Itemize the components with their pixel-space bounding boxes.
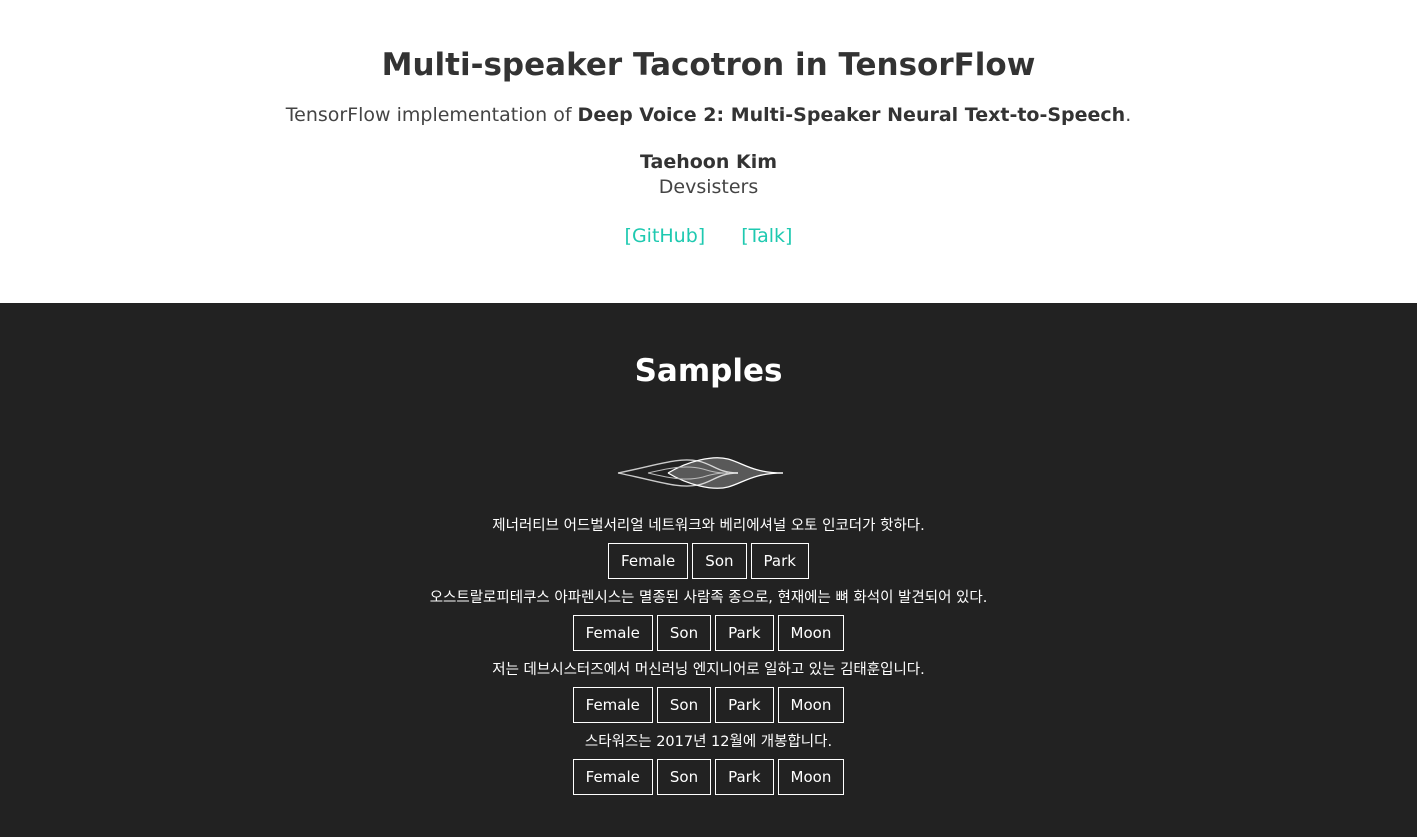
links: [GitHub] [Talk] xyxy=(0,223,1417,249)
son-button[interactable]: Son xyxy=(656,759,712,795)
page-title: Multi-speaker Tacotron in TensorFlow xyxy=(381,47,1036,83)
park-button[interactable]: Park xyxy=(715,615,774,651)
subtitle: TensorFlow implementation of Deep Voice … xyxy=(0,102,1417,128)
female-button[interactable]: Female xyxy=(572,687,653,723)
paper-title: Deep Voice 2: Multi-Speaker Neural Text-… xyxy=(577,104,1126,126)
son-button[interactable]: Son xyxy=(656,615,712,651)
park-button[interactable]: Park xyxy=(750,543,809,579)
speaker-buttons: Female Son Park Moon xyxy=(0,615,1417,651)
subtitle-suffix: . xyxy=(1125,104,1132,126)
samples-section: Samples 제너러티브 어드벌서리얼 네트워크와 베리에셔널 오토 인코더가… xyxy=(0,303,1417,837)
sample-item: 제너러티브 어드벌서리얼 네트워크와 베리에셔널 오토 인코더가 핫하다. Fe… xyxy=(0,516,1417,579)
speaker-buttons: Female Son Park Moon xyxy=(0,759,1417,795)
moon-button[interactable]: Moon xyxy=(777,687,845,723)
speaker-buttons: Female Son Park Moon xyxy=(0,687,1417,723)
female-button[interactable]: Female xyxy=(608,543,689,579)
park-button[interactable]: Park xyxy=(715,687,774,723)
samples-heading: Samples xyxy=(634,353,783,389)
female-button[interactable]: Female xyxy=(572,759,653,795)
moon-button[interactable]: Moon xyxy=(777,615,845,651)
moon-button[interactable]: Moon xyxy=(777,759,845,795)
son-button[interactable]: Son xyxy=(692,543,747,579)
sample-sentence: 제너러티브 어드벌서리얼 네트워크와 베리에셔널 오토 인코더가 핫하다. xyxy=(492,518,925,534)
subtitle-prefix: TensorFlow implementation of xyxy=(285,104,578,126)
sample-sentence: 오스트랄로피테쿠스 아파렌시스는 멸종된 사람족 종으로, 현재에는 뼈 화석이… xyxy=(429,590,988,606)
sample-sentence: 저는 데브시스터즈에서 머신러닝 엔지니어로 일하고 있는 김태훈입니다. xyxy=(492,662,925,678)
speaker-buttons: Female Son Park xyxy=(0,543,1417,579)
talk-link[interactable]: [Talk] xyxy=(741,225,792,247)
sample-item: 오스트랄로피테쿠스 아파렌시스는 멸종된 사람족 종으로, 현재에는 뼈 화석이… xyxy=(0,588,1417,651)
github-link[interactable]: [GitHub] xyxy=(625,225,706,247)
park-button[interactable]: Park xyxy=(715,759,774,795)
son-button[interactable]: Son xyxy=(656,687,712,723)
author-affiliation: Devsisters xyxy=(658,176,759,198)
hero-section: Multi-speaker Tacotron in TensorFlow Ten… xyxy=(0,0,1417,303)
sample-item: 스타워즈는 2017년 12월에 개봉합니다. Female Son Park … xyxy=(0,732,1417,795)
sample-list: 제너러티브 어드벌서리얼 네트워크와 베리에셔널 오토 인코더가 핫하다. Fe… xyxy=(0,516,1417,795)
female-button[interactable]: Female xyxy=(572,615,653,651)
sample-item: 저는 데브시스터즈에서 머신러닝 엔지니어로 일하고 있는 김태훈입니다. Fe… xyxy=(0,660,1417,723)
sample-sentence: 스타워즈는 2017년 12월에 개봉합니다. xyxy=(584,734,833,750)
author-name: Taehoon Kim xyxy=(639,151,778,173)
waveform-icon xyxy=(577,457,840,489)
